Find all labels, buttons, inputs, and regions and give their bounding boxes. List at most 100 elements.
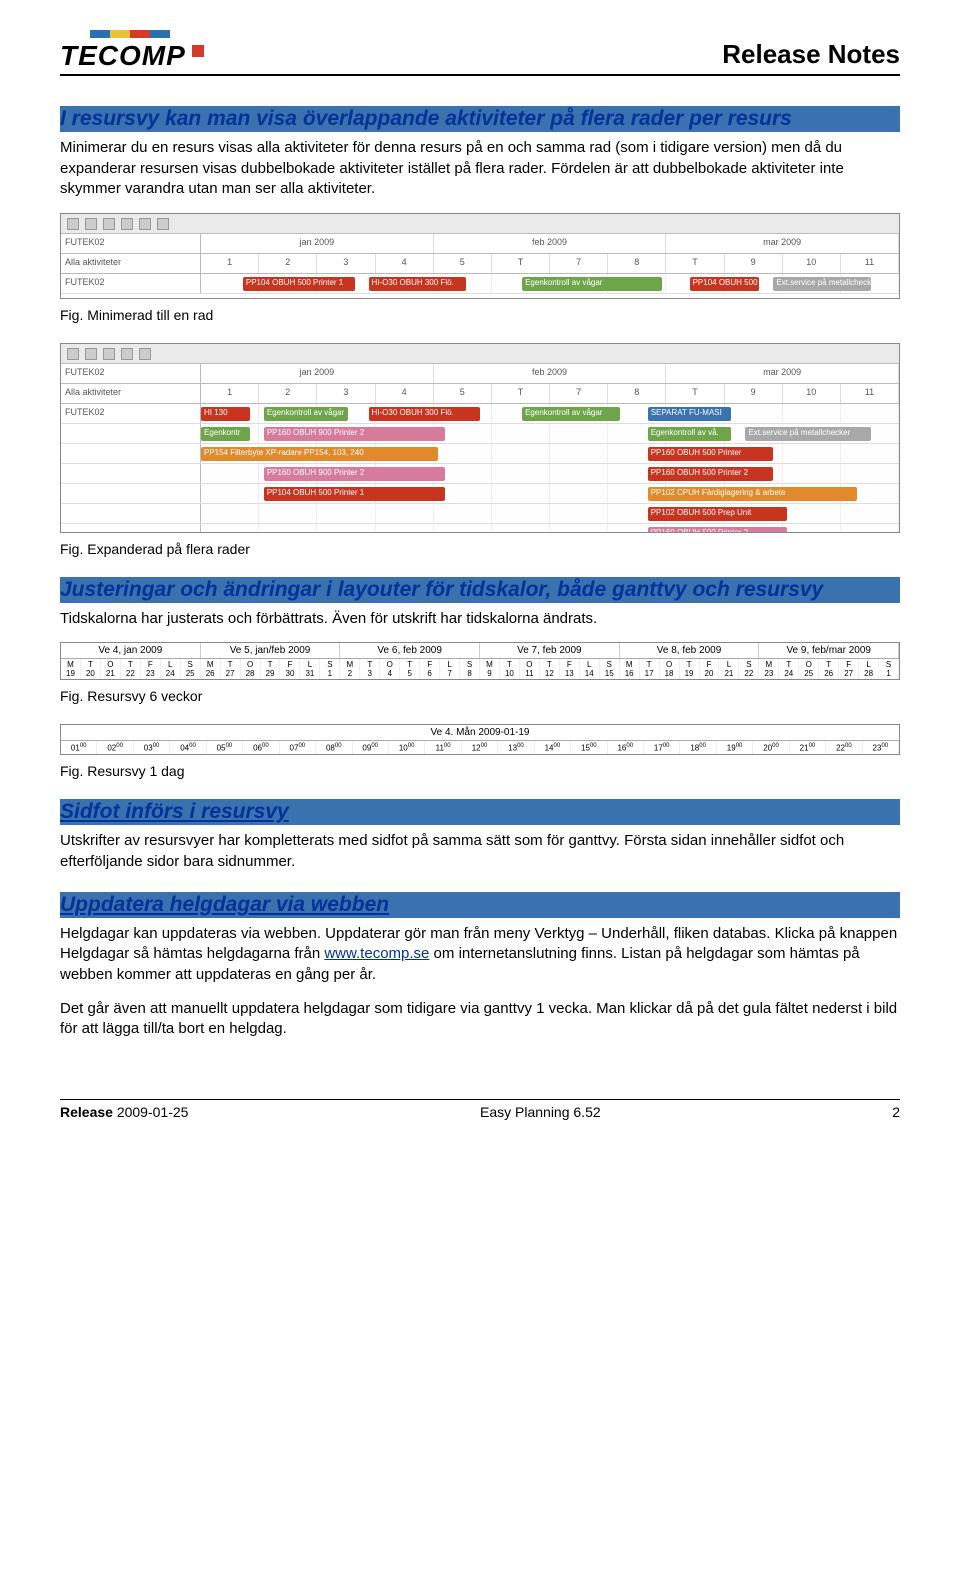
gantt-col-header: 2 [259, 254, 317, 273]
gantt-bar: Egenkontroll av vågar [522, 407, 620, 421]
gantt-row: PP160 OBUH 500 Printer 2 [61, 524, 899, 533]
timeline-day: F23 [141, 659, 161, 679]
gantt-col-header: T [666, 384, 724, 403]
timeline-day: T24 [779, 659, 799, 679]
timeline-hour: 0600 [243, 741, 279, 755]
gantt-row-label [61, 504, 201, 523]
figure-day-caption: Fig. Resursvy 1 dag [60, 763, 900, 779]
gantt-subheader-row: Alla aktiviteter 12345T78T91011 [61, 254, 899, 274]
gantt-filter-label: Alla aktiviteter [61, 384, 201, 403]
toolbar-icon [157, 218, 169, 230]
toolbar-icon [139, 348, 151, 360]
gantt-bar: PP104 OBUH 500 Printer 1 [264, 487, 445, 501]
gantt-row-label [61, 464, 201, 483]
timeline-week-header: Ve 4, jan 2009 [61, 643, 201, 658]
day-timeline-title: Ve 4. Mån 2009-01-19 [61, 725, 899, 741]
timeline-day: M2 [340, 659, 360, 679]
gantt-row: PP154 Filterbyte XP-radare PP154, 103, 2… [61, 444, 899, 464]
gantt-resource-col-label: FUTEK02 [61, 364, 201, 383]
gantt-row: PP104 OBUH 500 Printer 1PP102 CPUH Färdi… [61, 484, 899, 504]
timeline-hour: 1000 [389, 741, 425, 755]
timeline-day: T22 [121, 659, 141, 679]
gantt-bar: Egenkontr [201, 427, 250, 441]
timeline-hour: 2300 [863, 741, 899, 755]
gantt-bar: PP160 OBUH 500 Printer [648, 447, 774, 461]
timeline-day: L7 [440, 659, 460, 679]
timeline-day: T3 [360, 659, 380, 679]
footer-center: Easy Planning 6.52 [480, 1104, 601, 1120]
gantt-bar: Egenkontroll av vågar [522, 277, 662, 291]
footer-left-date: 2009-01-25 [113, 1104, 189, 1120]
section1-heading: I resursvy kan man visa överlappande akt… [60, 106, 900, 132]
timeline-day: T12 [540, 659, 560, 679]
gantt-subheader-row: Alla aktiviteter 12345T78T91011 [61, 384, 899, 404]
gantt-bar: Egenkontroll av vå. [648, 427, 732, 441]
timeline-week-header: Ve 6, feb 2009 [340, 643, 480, 658]
gantt-col-header: 9 [725, 384, 783, 403]
timeline-day: M16 [620, 659, 640, 679]
gantt-col-header: T [492, 384, 550, 403]
timeline-day: T26 [819, 659, 839, 679]
timeline-day: F20 [700, 659, 720, 679]
section2-body: Tidskalorna har justerats och förbättrat… [60, 609, 900, 629]
timeline-day: F27 [839, 659, 859, 679]
timeline-hour: 1100 [425, 741, 461, 755]
timeline-day: S1 [879, 659, 899, 679]
timeline-hour: 1400 [535, 741, 571, 755]
section2-heading: Justeringar och ändringar i layouter för… [60, 577, 900, 603]
toolbar-icon [121, 348, 133, 360]
timeline-hour: 1800 [680, 741, 716, 755]
gantt-month-header: feb 2009 [434, 364, 667, 383]
gantt-col-header: 8 [608, 254, 666, 273]
timeline-hour: 1200 [462, 741, 498, 755]
figure1-caption: Fig. Minimerad till en rad [60, 307, 900, 323]
gantt-row-label [61, 484, 201, 503]
timeline-day: T20 [81, 659, 101, 679]
gantt-col-header: 5 [434, 384, 492, 403]
gantt-bar: PP160 OBUH 900 Printer 2 [264, 467, 445, 481]
gantt-bar: Ext.service på metallchecker [745, 427, 871, 441]
timeline-day: S25 [181, 659, 201, 679]
gantt-col-header: 1 [201, 254, 259, 273]
timeline-day: M26 [201, 659, 221, 679]
tecomp-link[interactable]: www.tecomp.se [324, 945, 429, 962]
logo: TECOMP [60, 30, 204, 72]
timeline-day: M23 [759, 659, 779, 679]
gantt-bar: PP154 Filterbyte XP-radare PP154, 103, 2… [201, 447, 438, 461]
timeline-hour: 1500 [571, 741, 607, 755]
gantt-bar: HI-O30 OBUH 300 Flö. [369, 277, 467, 291]
timeline-day: T10 [500, 659, 520, 679]
gantt-row: PP160 OBUH 900 Printer 2PP160 OBUH 500 P… [61, 464, 899, 484]
gantt-row: FUTEK02HI 130Egenkontroll av vågarHI-O30… [61, 404, 899, 424]
gantt-bar: PP160 OBUH 900 Printer 2 [264, 427, 445, 441]
timeline-hour: 1700 [644, 741, 680, 755]
timeline-day: T19 [680, 659, 700, 679]
gantt-filter-label: Alla aktiviteter [61, 254, 201, 273]
timeline-hour: 0500 [207, 741, 243, 755]
timeline-day: O11 [520, 659, 540, 679]
section3-heading: Sidfot införs i resursvy [60, 799, 900, 825]
toolbar-icon [67, 218, 79, 230]
timeline-day: O21 [101, 659, 121, 679]
logo-flag-icon [90, 30, 170, 38]
gantt-col-header: 3 [317, 254, 375, 273]
section4-body2: Det går även att manuellt uppdatera helg… [60, 999, 900, 1040]
gantt-resource-col-label: FUTEK02 [61, 234, 201, 253]
timeline-hour: 0700 [280, 741, 316, 755]
gantt-col-header: 2 [259, 384, 317, 403]
timeline-hour: 0200 [97, 741, 133, 755]
timeline-week-header: Ve 5, jan/feb 2009 [201, 643, 341, 658]
gantt-col-header: 7 [550, 384, 608, 403]
timeline-day: S1 [320, 659, 340, 679]
gantt-bar: PP102 OBUH 500 Prep Unit [648, 507, 788, 521]
timeline-hour: 2000 [753, 741, 789, 755]
gantt-col-header: 11 [841, 254, 899, 273]
timeline-day: O28 [241, 659, 261, 679]
gantt-col-header: 10 [783, 254, 841, 273]
timeline-hour: 1900 [717, 741, 753, 755]
timeline-hour: 0800 [316, 741, 352, 755]
timeline-hour: 1300 [498, 741, 534, 755]
gantt-bar: Ext.service på metallchecker [773, 277, 871, 291]
timeline-day: F13 [560, 659, 580, 679]
gantt-col-header: T [666, 254, 724, 273]
